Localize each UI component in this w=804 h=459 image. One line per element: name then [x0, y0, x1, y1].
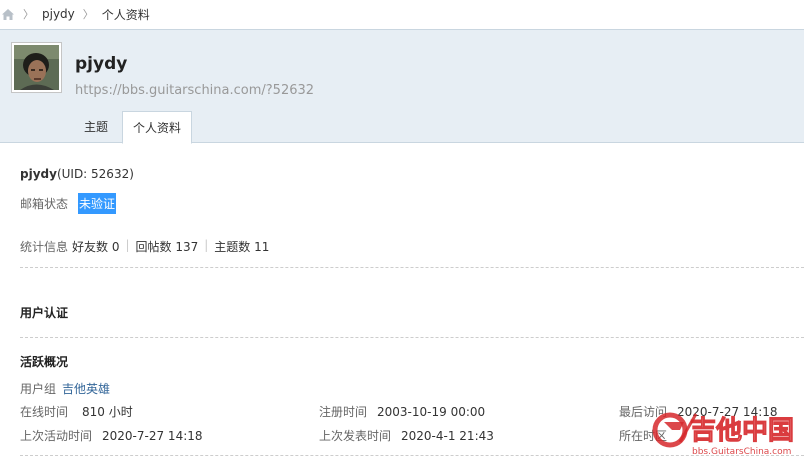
svg-text:bbs.GuitarsChina.com: bbs.GuitarsChina.com: [692, 447, 791, 457]
last-active-label: 上次活动时间: [20, 429, 93, 443]
profile-tabs: 主题 个人资料: [70, 111, 193, 144]
register-time-label: 注册时间: [319, 405, 368, 419]
chevron-right-icon: 〉: [82, 8, 94, 21]
uid-text: (UID: 52632): [56, 167, 134, 181]
breadcrumb-user-link[interactable]: pjydy: [42, 7, 75, 21]
profile-url[interactable]: https://bbs.guitarschina.com/?52632: [75, 83, 314, 98]
tab-profile[interactable]: 个人资料: [122, 111, 193, 144]
profile-username: pjydy: [75, 54, 128, 74]
stats-divider: |: [125, 238, 130, 252]
user-group-link[interactable]: 吉他英雄: [62, 382, 110, 396]
register-time-row: 注册时间 2003-10-19 00:00: [319, 403, 485, 420]
last-active-value: 2020-7-27 14:18: [102, 429, 203, 443]
threads-count-link[interactable]: 主题数 11: [214, 238, 269, 255]
chevron-right-icon: 〉: [23, 8, 34, 21]
online-time-value: 810 小时: [82, 405, 133, 419]
stats-label: 统计信息: [20, 240, 69, 254]
replies-count-link[interactable]: 回帖数 137: [136, 238, 199, 255]
stats-line: 统计信息 好友数 0 | 回帖数 137 | 主题数 11: [20, 238, 269, 255]
auth-section-title: 用户认证: [20, 306, 69, 320]
email-status: 邮箱状态 未验证: [20, 193, 117, 214]
guitarschina-watermark-logo: 吉他中国 bbs.GuitarsChina.com: [652, 412, 795, 457]
profile-header: pjydy https://bbs.guitarschina.com/?5263…: [0, 29, 804, 144]
uid-line: pjydy(UID: 52632): [20, 167, 134, 181]
last-post-value: 2020-4-1 21:43: [401, 429, 494, 443]
divider: [20, 337, 804, 338]
svg-text:吉他中国: 吉他中国: [690, 416, 794, 446]
last-post-row: 上次发表时间 2020-4-1 21:43: [319, 427, 494, 444]
breadcrumb: 〉 pjydy 〉 个人资料: [0, 0, 804, 28]
user-group-label: 用户组: [20, 382, 57, 396]
breadcrumb-current: 个人资料: [101, 7, 150, 22]
register-time-value: 2003-10-19 00:00: [377, 405, 486, 419]
user-group-row: 用户组 吉他英雄: [20, 380, 110, 397]
online-time-row: 在线时间 810 小时: [20, 403, 133, 420]
online-time-label: 在线时间: [20, 405, 69, 419]
profile-name: pjydy: [20, 167, 57, 181]
email-status-label: 邮箱状态: [20, 197, 69, 211]
last-post-label: 上次发表时间: [319, 429, 392, 443]
avatar[interactable]: [11, 42, 62, 93]
activity-section-title: 活跃概况: [20, 355, 69, 369]
avatar-image: [14, 45, 59, 90]
email-status-value: 未验证: [78, 193, 117, 214]
tab-threads[interactable]: 主题: [70, 111, 122, 144]
home-icon[interactable]: [1, 8, 15, 21]
friends-count-link[interactable]: 好友数 0: [72, 238, 119, 255]
last-active-row: 上次活动时间 2020-7-27 14:18: [20, 427, 203, 444]
stats-divider: |: [204, 238, 209, 252]
divider: [20, 267, 804, 268]
